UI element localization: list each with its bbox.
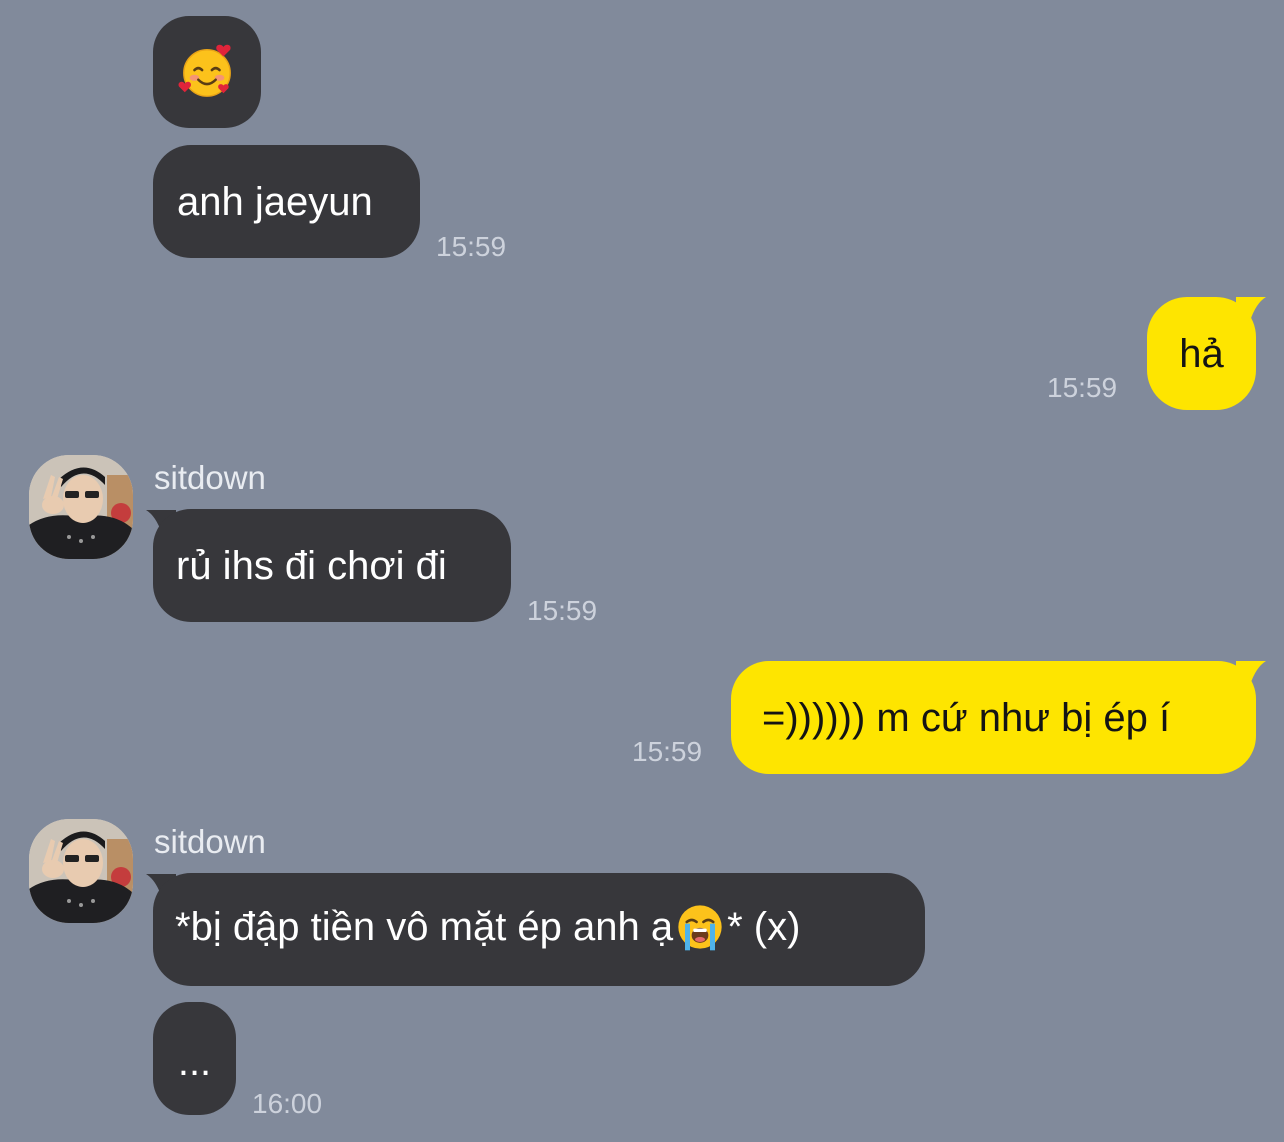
message-timestamp: 15:59 [527,595,598,626]
message-text-part: * (x) [727,905,801,950]
message-timestamp: 16:00 [252,1088,323,1119]
avatar[interactable] [29,819,133,923]
message-text: *bị đập tiền vô mặt ép anh ạ * (x) [175,905,801,951]
message-text: =)))))) m cứ như bị ép í [762,695,1171,740]
message-timestamp: 15:59 [436,231,507,262]
message-text: anh jaeyun [177,179,373,224]
message-text: ... [177,1039,212,1084]
sender-name: sitdown [154,823,266,860]
avatar[interactable] [29,455,133,559]
message-text: rủ ihs đi chơi đi [176,543,447,588]
avatar-photo [29,455,133,559]
message-timestamp: 15:59 [1047,372,1118,403]
message-timestamp: 15:59 [632,736,703,767]
smiling-face-with-hearts-emoji [178,44,231,97]
bubble-tail [1236,661,1266,685]
sender-name: sitdown [154,459,266,496]
message-text-part: *bị đập tiền vô mặt ép anh ạ [175,905,674,950]
bubble-tail [1236,297,1266,321]
incoming-message-bubble[interactable] [153,16,261,128]
outgoing-message-bubble[interactable]: =)))))) m cứ như bị ép í [731,661,1256,774]
loudly-crying-face-emoji [678,905,722,951]
avatar-photo [29,819,133,923]
message-text: hả [1179,331,1224,376]
incoming-message-bubble[interactable]: *bị đập tiền vô mặt ép anh ạ * (x) [153,873,925,986]
incoming-message-bubble[interactable]: anh jaeyun [153,145,420,258]
incoming-message-bubble[interactable]: rủ ihs đi chơi đi [153,509,511,622]
incoming-message-bubble[interactable]: ... [153,1002,236,1115]
